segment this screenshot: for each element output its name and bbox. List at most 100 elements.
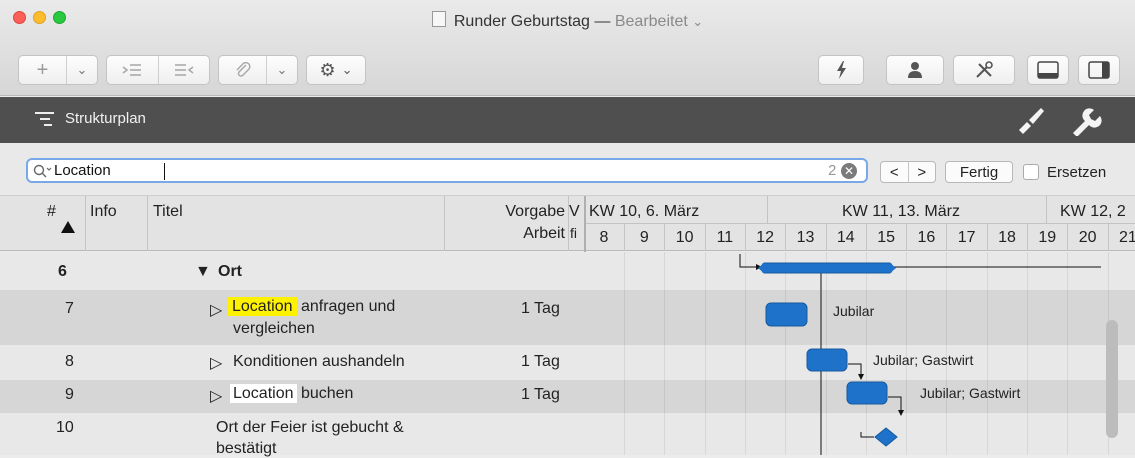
tools-button[interactable]: [953, 55, 1015, 85]
day-label: 16: [917, 229, 936, 246]
column-divider[interactable]: [85, 196, 86, 251]
column-header-info[interactable]: Info: [90, 203, 117, 221]
indent-button[interactable]: [107, 56, 158, 84]
task-title[interactable]: Ort der Feier ist gebucht &: [216, 419, 404, 437]
disclosure-triangle-closed[interactable]: ▷: [210, 386, 222, 406]
work-value[interactable]: 1 Tag: [521, 300, 560, 318]
week-label: KW 11, 13. März: [842, 203, 960, 220]
task-title[interactable]: Ort: [218, 263, 242, 281]
outline-header: Strukturplan: [0, 97, 1135, 143]
tools-icon: [976, 61, 993, 78]
row-number: 9: [65, 386, 74, 403]
search-match: Location: [230, 384, 297, 403]
column-divider[interactable]: [444, 196, 445, 251]
task-title[interactable]: Location buchen: [230, 384, 353, 403]
day-label: 15: [877, 229, 895, 246]
task-title-text: anfragen und: [300, 298, 396, 315]
disclosure-triangle-open[interactable]: ▼: [195, 263, 211, 281]
search-input[interactable]: Location: [54, 162, 111, 179]
day-label: 8: [599, 229, 609, 246]
day-label: 10: [675, 229, 694, 246]
disclosure-triangle-closed[interactable]: ▷: [210, 300, 222, 320]
document-title: Runder Geburtstag: [453, 13, 590, 30]
work-value[interactable]: 1 Tag: [521, 353, 560, 371]
side-panel-toggle[interactable]: [1078, 55, 1120, 85]
column-header-number[interactable]: #: [47, 203, 56, 221]
person-icon: [908, 62, 922, 78]
indent-control: [106, 55, 210, 85]
gantt-chart: [739, 254, 1101, 455]
column-header-work-line1[interactable]: Vorgabe: [500, 203, 565, 221]
indent-icon: [122, 64, 142, 76]
action-menu-button[interactable]: ⚙ ⌄: [306, 55, 366, 85]
row-number: 6: [58, 263, 67, 280]
day-label: 14: [836, 229, 855, 246]
column-divider[interactable]: [147, 196, 148, 251]
milestone-diamond: [874, 427, 898, 447]
column-header-narrow-line1[interactable]: V: [569, 203, 580, 221]
chevron-down-icon: ⌄: [76, 62, 88, 77]
text-cursor: [164, 163, 165, 180]
outline-icon: [35, 112, 54, 126]
task-title[interactable]: Location anfragen und: [228, 297, 396, 316]
done-button[interactable]: Fertig: [945, 161, 1013, 183]
dependency-line: [888, 396, 902, 412]
sort-ascending-icon: [61, 221, 75, 233]
outline-column-header: # Info Titel Vorgabe Arbeit V fi: [0, 196, 584, 251]
document-icon: [431, 11, 446, 27]
day-divider: [825, 224, 827, 251]
actions-button[interactable]: [818, 55, 864, 85]
plus-icon: +: [36, 58, 49, 81]
column-header-title[interactable]: Titel: [153, 203, 183, 221]
clear-search-icon[interactable]: ✕: [841, 163, 857, 179]
day-row: 8 9 10 11 12 13 14 15 16 17 18 19 20 21: [586, 224, 1135, 251]
column-divider[interactable]: [568, 196, 569, 251]
side-panel-icon: [1088, 61, 1110, 79]
task-title-line2: bestätigt: [216, 440, 277, 457]
bottom-panel-toggle[interactable]: [1027, 55, 1069, 85]
link-control: ⌄: [218, 55, 298, 85]
add-task-button[interactable]: +: [19, 56, 66, 84]
search-field[interactable]: Location 2 ✕: [26, 158, 868, 183]
row-number: 10: [56, 419, 74, 436]
outdent-button[interactable]: [157, 56, 210, 84]
add-task-menu-button[interactable]: ⌄: [66, 56, 97, 84]
day-label: 12: [756, 229, 775, 246]
resources-button[interactable]: [886, 55, 944, 85]
window-toolbar: Runder Geburtstag — Bearbeitet ⌄ + ⌄ ⌄ ⚙…: [0, 0, 1135, 96]
next-match-button[interactable]: >: [909, 164, 936, 181]
vertical-scrollbar[interactable]: [1103, 252, 1121, 455]
brush-icon[interactable]: [1013, 106, 1047, 136]
week-label: KW 10, 6. März: [589, 203, 700, 220]
arrowhead: [858, 374, 864, 380]
match-count: 2: [828, 162, 837, 179]
previous-match-button[interactable]: <: [881, 164, 908, 181]
document-status[interactable]: Bearbeitet: [615, 13, 688, 30]
chevron-down-icon[interactable]: ⌄: [692, 14, 703, 29]
day-divider: [906, 224, 908, 251]
replace-checkbox[interactable]: [1023, 164, 1039, 180]
wrench-icon[interactable]: [1068, 106, 1102, 136]
lightning-icon: [837, 61, 846, 79]
day-label: 18: [998, 229, 1016, 246]
chevron-down-icon: ⌄: [276, 62, 288, 77]
day-divider: [865, 224, 867, 251]
scrollbar-thumb[interactable]: [1106, 320, 1118, 438]
link-menu-button[interactable]: ⌄: [266, 56, 297, 84]
disclosure-triangle-closed[interactable]: ▷: [210, 353, 222, 373]
summary-bar-start: [758, 262, 765, 274]
task-bar: [846, 381, 888, 405]
link-button[interactable]: [219, 56, 266, 84]
task-title[interactable]: Konditionen aushandeln: [233, 353, 405, 371]
resource-label: Jubilar: [833, 303, 875, 319]
summary-bar: [761, 262, 893, 274]
outline-label: Strukturplan: [65, 110, 146, 127]
day-label: 21: [1118, 229, 1135, 246]
resource-label: Jubilar; Gastwirt: [873, 352, 974, 368]
search-icon[interactable]: [33, 164, 53, 178]
week-divider: [767, 196, 768, 224]
window-title: Runder Geburtstag — Bearbeitet ⌄: [0, 11, 1135, 31]
day-divider: [946, 224, 948, 251]
work-value[interactable]: 1 Tag: [521, 386, 560, 404]
task-title-line2: vergleichen: [233, 320, 315, 337]
